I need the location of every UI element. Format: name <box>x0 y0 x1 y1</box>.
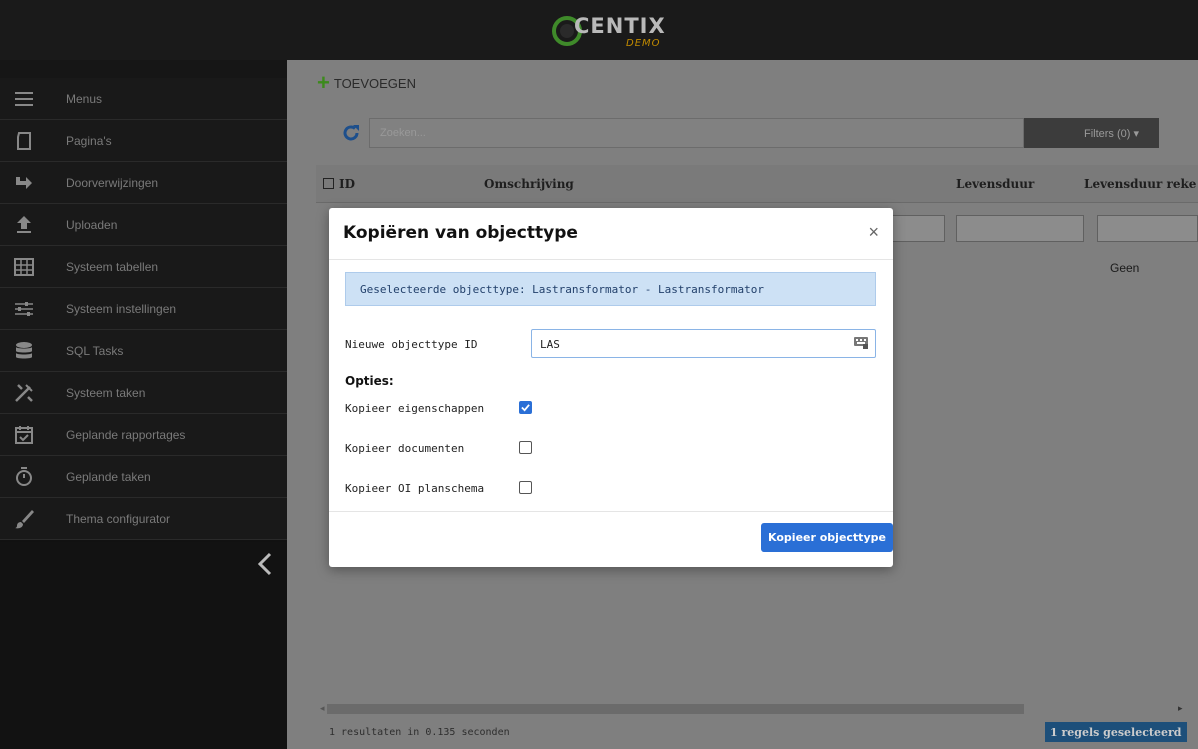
kopieer-objecttype-label: Kopieer objecttype <box>768 531 886 544</box>
filters-label: Filters (0) ▾ <box>1083 127 1139 140</box>
add-button[interactable]: + TOEVOEGEN <box>317 70 416 95</box>
sidebar-item-paginas[interactable]: Pagina's <box>0 120 287 162</box>
scroll-left-icon[interactable]: ◂ <box>320 703 325 714</box>
top-bar: CENTIX DEMO <box>0 0 1198 60</box>
checkbox-kopieer-oi-planschema[interactable] <box>519 481 532 494</box>
copy-objecttype-dialog: Kopiëren van objecttype × Geselecteerde … <box>329 208 893 567</box>
calendar-check-icon <box>0 424 48 446</box>
filter-input[interactable] <box>1097 215 1198 242</box>
scroll-right-icon[interactable]: ▸ <box>1178 703 1183 714</box>
chevron-left-icon[interactable] <box>254 550 276 578</box>
new-id-value: LAS <box>540 338 560 351</box>
kopieer-objecttype-button[interactable]: Kopieer objecttype <box>761 523 893 552</box>
logo-subtitle: DEMO <box>626 38 661 49</box>
add-button-label: TOEVOEGEN <box>333 75 416 91</box>
result-count: 1 resultaten in 0.135 seconden <box>329 727 510 738</box>
page-icon <box>0 130 48 152</box>
refresh-icon[interactable] <box>340 122 362 144</box>
table-cell: Geen <box>1110 261 1140 275</box>
upload-icon <box>0 214 48 236</box>
keyboard-icon[interactable] <box>854 337 868 349</box>
table-icon <box>0 256 48 278</box>
brush-icon <box>0 508 48 530</box>
tools-icon <box>0 382 48 404</box>
sidebar-item-geplande-taken[interactable]: Geplande taken <box>0 456 287 498</box>
option-label-kopieer-eigenschappen: Kopieer eigenschappen <box>345 402 485 415</box>
centix-logo[interactable]: CENTIX DEMO <box>552 10 682 54</box>
filter-input[interactable] <box>956 215 1084 242</box>
sidebar-item-geplande-rapportages[interactable]: Geplande rapportages <box>0 414 287 456</box>
selected-objecttype-alert: Geselecteerde objecttype: Lastransformat… <box>345 272 876 306</box>
search-placeholder: Zoeken... <box>380 127 426 139</box>
new-id-label: Nieuwe objecttype ID <box>345 338 478 351</box>
column-header-levensduur[interactable]: Levensduur <box>956 177 1034 191</box>
sidebar-item-doorverwijzingen[interactable]: Doorverwijzingen <box>0 162 287 204</box>
stopwatch-icon <box>0 466 48 488</box>
sidebar-footer <box>0 542 287 749</box>
select-all-checkbox[interactable] <box>323 178 334 189</box>
sidebar-item-label: Systeem tabellen <box>66 259 159 274</box>
close-icon[interactable]: × <box>868 223 879 241</box>
sidebar-item-label: Doorverwijzingen <box>66 175 159 190</box>
column-header-id[interactable]: ID <box>339 177 355 191</box>
logo-text: CENTIX <box>574 14 666 38</box>
sidebar: Menus Pagina's Doorverwijzingen Uploaden… <box>0 60 287 749</box>
option-label-kopieer-documenten: Kopieer documenten <box>345 442 465 455</box>
dialog-footer-divider <box>329 511 893 512</box>
selected-rows-badge: 1 regels geselecteerd <box>1045 722 1187 742</box>
options-heading: Opties: <box>345 374 394 388</box>
sidebar-item-thema-configurator[interactable]: Thema configurator <box>0 498 287 540</box>
hamburger-icon <box>0 88 48 110</box>
sidebar-item-label: Thema configurator <box>66 511 171 526</box>
plus-icon: + <box>317 70 330 95</box>
sidebar-item-uploaden[interactable]: Uploaden <box>0 204 287 246</box>
dialog-title: Kopiëren van objecttype <box>343 223 578 243</box>
sidebar-item-sql-tasks[interactable]: SQL Tasks <box>0 330 287 372</box>
sidebar-item-label: Uploaden <box>66 217 118 232</box>
table-header: ID Omschrijving Levensduur Levensduur re… <box>316 165 1198 203</box>
sidebar-item-label: Geplande rapportages <box>66 427 186 442</box>
new-objecttype-id-input[interactable]: LAS <box>531 329 876 358</box>
horizontal-scrollbar[interactable] <box>327 704 1024 714</box>
sidebar-item-label: Menus <box>66 91 103 106</box>
filters-button[interactable]: Filters (0) ▾ <box>1024 118 1159 148</box>
dialog-header: Kopiëren van objecttype × <box>329 208 893 260</box>
option-label-kopieer-oi-planschema: Kopieer OI planschema <box>345 482 485 495</box>
column-header-omschrijving[interactable]: Omschrijving <box>484 177 574 191</box>
sidebar-item-systeem-instellingen[interactable]: Systeem instellingen <box>0 288 287 330</box>
checkbox-kopieer-documenten[interactable] <box>519 441 532 454</box>
column-header-levensduur-reke[interactable]: Levensduur reke <box>1084 177 1196 191</box>
sidebar-item-label: SQL Tasks <box>66 343 124 358</box>
sidebar-item-label: Systeem taken <box>66 385 146 400</box>
sidebar-item-systeem-taken[interactable]: Systeem taken <box>0 372 287 414</box>
sliders-icon <box>0 298 48 320</box>
sidebar-item-menus[interactable]: Menus <box>0 78 287 120</box>
sidebar-item-label: Systeem instellingen <box>66 301 177 316</box>
sidebar-item-systeem-tabellen[interactable]: Systeem tabellen <box>0 246 287 288</box>
sidebar-item-label: Geplande taken <box>66 469 151 484</box>
alert-text: Geselecteerde objecttype: Lastransformat… <box>360 283 764 296</box>
search-input[interactable]: Zoeken... <box>369 118 1024 148</box>
redirect-arrow-icon <box>0 172 48 194</box>
database-icon <box>0 340 48 362</box>
checkmark-icon <box>521 404 530 412</box>
sidebar-menu: Menus Pagina's Doorverwijzingen Uploaden… <box>0 78 287 540</box>
sidebar-item-label: Pagina's <box>66 133 112 148</box>
checkbox-kopieer-eigenschappen[interactable] <box>519 401 532 414</box>
